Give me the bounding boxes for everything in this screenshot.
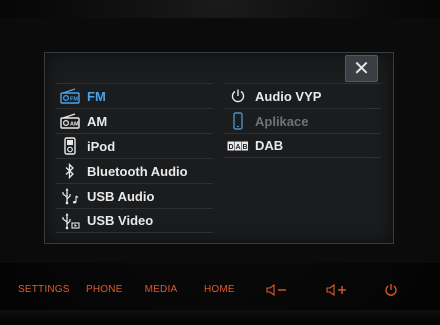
volume-down-icon (266, 284, 286, 296)
source-label-ipod: iPod (87, 138, 116, 154)
svg-text:A: A (236, 144, 241, 151)
source-list-right: Audio VYP Aplikace D A B DAB (224, 83, 381, 158)
svg-text:D: D (229, 144, 234, 151)
volume-up-button[interactable] (326, 282, 350, 298)
source-item-usb-audio[interactable]: USB Audio (56, 183, 213, 208)
phone-app-icon (227, 111, 249, 131)
phone-button[interactable]: PHONE (86, 282, 122, 298)
dab-icon: D A B (227, 136, 249, 156)
source-item-apps[interactable]: Aplikace (224, 108, 381, 133)
ipod-icon (59, 136, 81, 156)
media-button[interactable]: MEDIA (144, 282, 178, 298)
source-item-audio-off[interactable]: Audio VYP (224, 83, 381, 108)
power-icon (227, 86, 249, 106)
close-button[interactable]: ✕ (345, 55, 378, 82)
source-item-dab[interactable]: D A B DAB (224, 133, 381, 158)
source-item-ipod[interactable]: iPod (56, 133, 213, 158)
bluetooth-icon (59, 161, 81, 181)
volume-up-icon (326, 284, 346, 296)
usb-audio-icon (59, 186, 81, 206)
source-item-usb-video[interactable]: USB Video (56, 208, 213, 233)
source-list-left: FM FM AM AM iPod Bluetooth Audio USB Aud… (56, 83, 213, 233)
source-item-am[interactable]: AM AM (56, 108, 213, 133)
settings-button[interactable]: SETTINGS (18, 282, 69, 298)
source-item-fm[interactable]: FM FM (56, 83, 213, 108)
home-button[interactable]: HOME (204, 282, 235, 298)
close-icon: ✕ (353, 58, 370, 80)
radio-fm-icon: FM (59, 86, 81, 106)
power-button[interactable] (384, 282, 400, 298)
hardware-button-strip: SETTINGS PHONE MEDIA HOME (0, 270, 440, 310)
source-label-audio-off: Audio VYP (255, 88, 322, 104)
power-icon (385, 284, 397, 296)
source-label-bluetooth-audio: Bluetooth Audio (87, 163, 188, 179)
radio-am-icon: AM (59, 111, 81, 131)
source-label-apps: Aplikace (255, 113, 309, 129)
usb-video-icon (59, 211, 81, 231)
source-label-usb-audio: USB Audio (87, 188, 155, 204)
svg-text:AM: AM (70, 122, 79, 128)
source-label-fm: FM (87, 88, 106, 104)
device-bottom-edge (0, 310, 440, 325)
source-label-am: AM (87, 113, 108, 129)
source-label-usb-video: USB Video (87, 213, 154, 228)
source-item-bluetooth-audio[interactable]: Bluetooth Audio (56, 158, 213, 183)
svg-text:B: B (243, 144, 248, 151)
source-label-dab: DAB (255, 138, 284, 153)
volume-down-button[interactable] (266, 282, 290, 298)
svg-text:FM: FM (70, 97, 78, 103)
